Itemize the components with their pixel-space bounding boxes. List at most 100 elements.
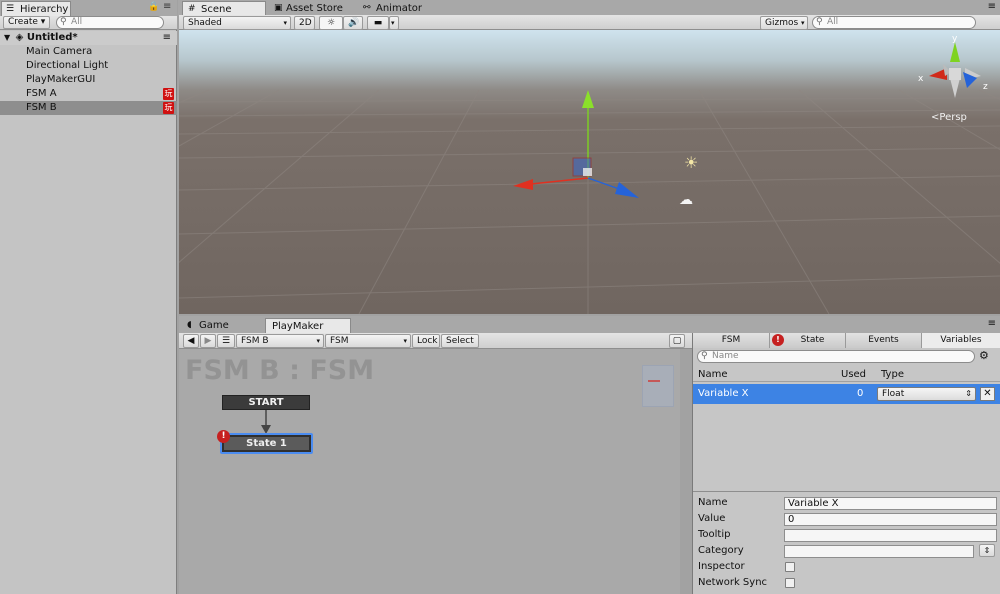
shading-mode-label: Shaded: [188, 18, 222, 28]
projection-label: Persp: [939, 112, 967, 123]
gizmo-y-label: y: [952, 34, 958, 44]
lock-icon[interactable]: 🔒: [148, 2, 159, 12]
hierarchy-item-fsm-a[interactable]: FSM A 玩: [0, 87, 177, 101]
tab-scene-label: Scene: [201, 4, 232, 15]
tab-events-label: Events: [868, 335, 899, 345]
gizmos-label: Gizmos: [765, 18, 799, 28]
tab-game[interactable]: ◖ Game: [183, 318, 235, 333]
mode-2d-toggle[interactable]: 2D: [294, 16, 315, 30]
hierarchy-search-input[interactable]: ⚲ All: [56, 16, 164, 29]
tab-hierarchy-label: Hierarchy: [20, 4, 69, 15]
lighting-toggle[interactable]: ☼: [319, 16, 343, 30]
tab-playmaker[interactable]: PlayMaker: [265, 318, 351, 333]
x-axis-handle: [513, 179, 533, 190]
playmaker-tab-menu-icon[interactable]: ≡: [988, 318, 996, 329]
fsm-graph-canvas[interactable]: FSM B : FSM START State 1 !: [179, 349, 680, 594]
state-node-label: State 1: [224, 437, 309, 450]
minimap-toggle[interactable]: ▢: [669, 334, 685, 348]
projection-toggle[interactable]: <Persp: [931, 112, 967, 123]
variables-table-header: Name Used Type: [693, 366, 1000, 382]
select-button[interactable]: Select: [441, 334, 479, 348]
tab-hierarchy[interactable]: ☰ Hierarchy: [1, 1, 71, 16]
header-used[interactable]: Used: [841, 369, 866, 380]
scene-tabbar: # Scene ▣ Asset Store ⚯ Animator ≡: [178, 0, 1000, 16]
variable-name-field[interactable]: Variable X: [784, 497, 997, 510]
hierarchy-item-directional-light[interactable]: Directional Light: [0, 59, 177, 73]
scene-toolbar: Shaded ▾ 2D ☼ 🔊 ▬ ▾ Gizmos ▾ ⚲ All: [179, 15, 1000, 30]
scene-search-input[interactable]: ⚲ All: [812, 16, 976, 29]
tab-variables-label: Variables: [940, 335, 982, 345]
delete-variable-button[interactable]: ✕: [980, 387, 995, 401]
audio-toggle[interactable]: 🔊: [343, 16, 363, 30]
variable-search-input[interactable]: ⚲ Name: [697, 350, 975, 363]
tab-asset-store[interactable]: ▣ Asset Store: [272, 1, 349, 16]
gear-icon[interactable]: ⚙: [979, 349, 989, 362]
back-button[interactable]: ◀: [183, 334, 199, 348]
directional-light-icon[interactable]: ☀: [684, 153, 698, 172]
fsm-object-select[interactable]: FSM B ▾: [236, 334, 324, 348]
search-icon: ⚲: [701, 351, 708, 361]
dropdown-arrow-icon: ▾: [283, 19, 287, 27]
lock-button[interactable]: Lock: [412, 334, 440, 348]
category-dropdown[interactable]: ⇕: [979, 544, 995, 557]
hierarchy-panel: ☰ Hierarchy 🔒 ≡ Create ▾ ⚲ All ▼ ◈ Untit…: [0, 0, 177, 594]
transform-gizmo[interactable]: [179, 30, 1000, 314]
network-sync-checkbox[interactable]: [785, 578, 795, 588]
scene-menu-icon[interactable]: ≡: [163, 31, 171, 45]
effects-toggle[interactable]: ▬: [367, 16, 389, 30]
unity-logo-icon: ◈: [15, 32, 24, 43]
create-button[interactable]: Create ▾: [3, 16, 51, 29]
tab-variables[interactable]: Variables: [922, 333, 1000, 348]
header-name[interactable]: Name: [698, 369, 728, 380]
variable-type-select[interactable]: Float ⇕: [877, 387, 976, 401]
hierarchy-item-main-camera[interactable]: Main Camera: [0, 45, 177, 59]
tab-scene[interactable]: # Scene: [182, 1, 266, 16]
shading-mode-select[interactable]: Shaded ▾: [183, 16, 291, 30]
hierarchy-toolbar: Create ▾ ⚲ All: [0, 16, 177, 30]
show-in-inspector-checkbox[interactable]: [785, 562, 795, 572]
header-type[interactable]: Type: [881, 369, 904, 380]
orientation-gizmo[interactable]: [915, 38, 995, 114]
search-icon: ⚲: [816, 17, 823, 27]
variable-value-field[interactable]: 0: [784, 513, 997, 526]
tab-fsm[interactable]: FSM: [693, 333, 770, 348]
scene-tab-menu-icon[interactable]: ≡: [988, 1, 996, 12]
updown-arrow-icon: ⇕: [965, 389, 972, 398]
tab-animator[interactable]: ⚯ Animator: [360, 1, 428, 16]
tab-state[interactable]: ! State: [770, 333, 846, 348]
fsm-list-button[interactable]: ☰: [217, 334, 235, 348]
camera-icon[interactable]: ☁: [679, 192, 693, 208]
pacman-icon: ◖: [187, 320, 192, 330]
variable-category-field[interactable]: [784, 545, 974, 558]
state-node-state-1[interactable]: State 1: [220, 433, 313, 454]
minimap[interactable]: [642, 365, 674, 407]
frame-icon: ▢: [672, 336, 682, 346]
menu-icon[interactable]: ≡: [163, 1, 171, 12]
scene-root-row[interactable]: ▼ ◈ Untitled* ≡: [0, 31, 177, 45]
dropdown-arrow-icon: ▾: [391, 19, 395, 27]
start-node[interactable]: START: [222, 395, 310, 410]
forward-button[interactable]: ▶: [200, 334, 216, 348]
scene-name: Untitled*: [26, 32, 78, 43]
hierarchy-item-fsm-b[interactable]: FSM B 玩: [0, 101, 177, 115]
expand-arrow-icon[interactable]: ▼: [4, 33, 10, 42]
list-icon: ☰: [221, 336, 231, 346]
table-row[interactable]: Variable X 0 Float ⇕ ✕: [693, 384, 1000, 404]
store-icon: ▣: [274, 3, 283, 13]
effects-dropdown[interactable]: ▾: [389, 16, 399, 30]
variable-tooltip-field[interactable]: [784, 529, 997, 542]
variable-name: Variable X: [698, 388, 749, 399]
fsm-name-select[interactable]: FSM ▾: [325, 334, 411, 348]
prop-value-label: Value: [698, 513, 726, 524]
y-axis-handle: [582, 90, 594, 108]
scene-view[interactable]: ☀ ☁ x y z <Persp: [179, 30, 1000, 314]
dropdown-arrow-icon: ▾: [316, 337, 320, 345]
dropdown-arrow-icon: ▾: [403, 337, 407, 345]
hierarchy-item-playmakergui[interactable]: PlayMakerGUI: [0, 73, 177, 87]
lock-label: Lock: [417, 336, 438, 346]
error-icon: !: [217, 430, 230, 443]
tab-asset-store-label: Asset Store: [286, 3, 343, 14]
tab-events[interactable]: Events: [846, 333, 922, 348]
gizmos-dropdown[interactable]: Gizmos ▾: [760, 16, 808, 30]
playmaker-fsm-icon: 玩: [163, 102, 174, 114]
